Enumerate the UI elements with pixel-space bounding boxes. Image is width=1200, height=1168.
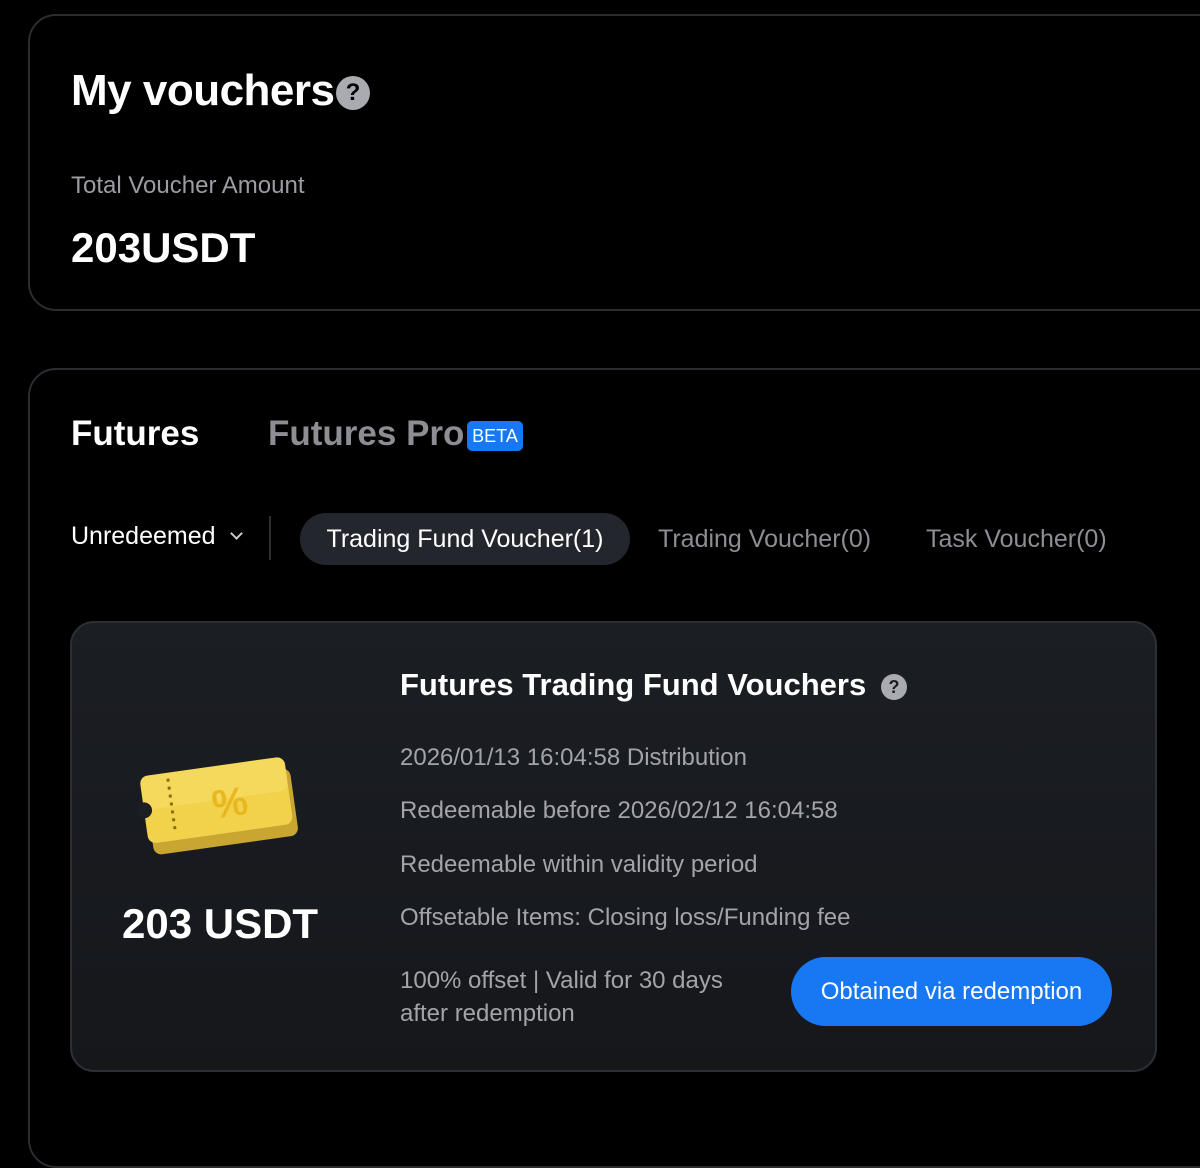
voucher-title: Futures Trading Fund Vouchers xyxy=(400,667,867,702)
tab-trading-fund-voucher[interactable]: Trading Fund Voucher(1) xyxy=(300,513,630,565)
help-icon[interactable]: ? xyxy=(336,76,370,110)
filter-divider xyxy=(269,516,271,560)
voucher-distribution-time: 2026/01/13 16:04:58 Distribution xyxy=(400,744,747,771)
help-icon[interactable]: ? xyxy=(881,674,907,700)
obtained-via-redemption-button[interactable]: Obtained via redemption xyxy=(791,957,1112,1026)
status-dropdown-label: Unredeemed xyxy=(71,522,216,550)
tab-futures[interactable]: Futures xyxy=(71,414,199,454)
voucher-offset-terms: 100% offset | Valid for 30 days after re… xyxy=(400,967,723,1027)
tab-futures-pro[interactable]: Futures Pro xyxy=(268,414,464,454)
beta-badge: BETA xyxy=(467,421,523,451)
total-voucher-label: Total Voucher Amount xyxy=(71,172,305,199)
voucher-expiry: Redeemable before 2026/02/12 16:04:58 xyxy=(400,797,838,824)
status-dropdown[interactable]: Unredeemed xyxy=(71,522,243,551)
tab-trading-voucher[interactable]: Trading Voucher(0) xyxy=(658,513,871,565)
voucher-offsetable-items: Offsetable Items: Closing loss/Funding f… xyxy=(400,904,851,931)
tab-task-voucher[interactable]: Task Voucher(0) xyxy=(926,513,1107,565)
voucher-validity-note: Redeemable within validity period xyxy=(400,851,758,878)
page-title: My vouchers xyxy=(71,66,335,115)
ticket-percent-symbol: % xyxy=(209,779,250,828)
chevron-down-icon xyxy=(229,527,243,540)
voucher-ticket-icon: % xyxy=(136,757,298,855)
voucher-amount: 203 USDT xyxy=(122,900,319,947)
total-voucher-amount: 203USDT xyxy=(71,224,256,271)
